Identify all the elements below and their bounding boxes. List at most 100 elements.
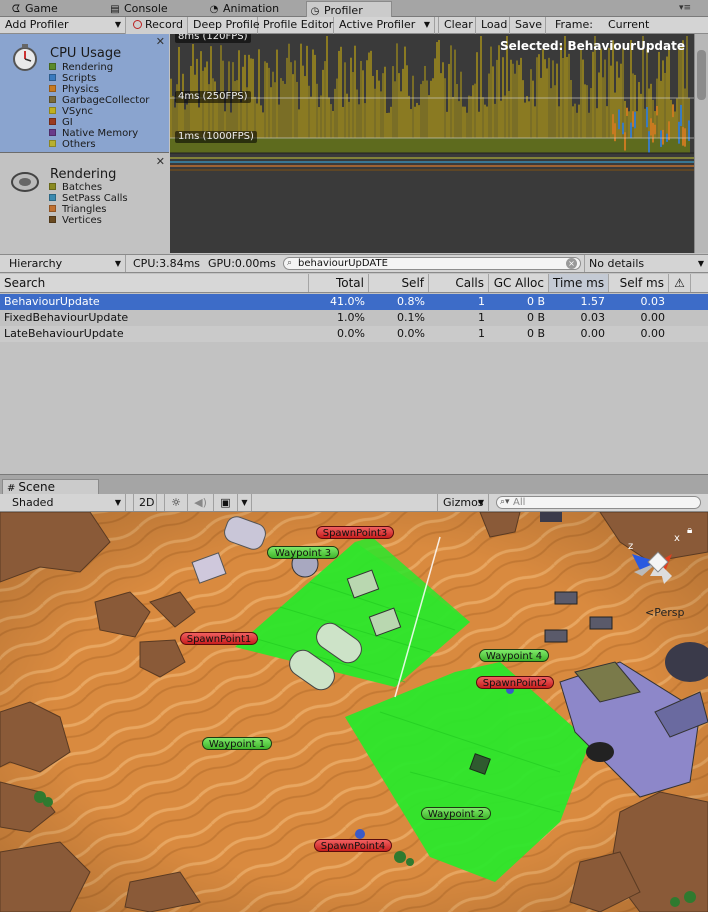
- tab-animation[interactable]: ◔ Animation: [206, 0, 296, 17]
- audio-toggle-icon[interactable]: ◀): [188, 494, 214, 511]
- cpu-graph-base-bar: [590, 138, 592, 153]
- warning-icon[interactable]: ⚠: [669, 274, 691, 292]
- tab-profiler[interactable]: ◷ Profiler: [306, 1, 392, 18]
- column-calls[interactable]: Calls: [429, 274, 489, 292]
- column-gc-alloc[interactable]: GC Alloc: [489, 274, 549, 292]
- effects-toggle-icon[interactable]: ▣: [214, 494, 238, 511]
- record-button[interactable]: Record: [126, 17, 188, 34]
- legend-vertices[interactable]: Vertices: [49, 215, 128, 226]
- legend-native-memory[interactable]: Native Memory: [49, 128, 149, 139]
- table-row[interactable]: LateBehaviourUpdate 0.0% 0.0% 1 0 B 0.00…: [0, 326, 708, 342]
- marker-waypoint1[interactable]: Waypoint 1: [202, 737, 272, 750]
- marker-spawnpoint3[interactable]: SpawnPoint3: [316, 526, 394, 539]
- column-self-ms[interactable]: Self ms: [609, 274, 669, 292]
- close-icon[interactable]: ✕: [156, 35, 165, 48]
- legend-setpass-calls[interactable]: SetPass Calls: [49, 193, 128, 204]
- column-time-ms[interactable]: Time ms: [549, 274, 609, 292]
- 2d-toggle[interactable]: 2D: [133, 494, 157, 511]
- shading-mode-dropdown[interactable]: Shaded ▼: [0, 494, 126, 511]
- cpu-graph-base-bar: [522, 138, 524, 153]
- legend-rendering[interactable]: Rendering: [49, 62, 149, 73]
- details-dropdown[interactable]: No details ▼: [584, 255, 708, 272]
- cpu-graph-bar: [646, 48, 648, 153]
- legend-garbage-collector[interactable]: GarbageCollector: [49, 95, 149, 106]
- window-menu-icon[interactable]: ▾≡: [679, 3, 691, 13]
- marker-waypoint3[interactable]: Waypoint 3: [267, 546, 339, 559]
- scrollbar-thumb[interactable]: [697, 50, 706, 100]
- tab-scene[interactable]: # Scene: [2, 479, 99, 495]
- scene-tab-bar: # Scene: [0, 474, 708, 495]
- deep-profile-button[interactable]: Deep Profile: [188, 17, 260, 34]
- cpu-graph-script-bar: [678, 121, 680, 144]
- cpu-graph-bar: [454, 49, 456, 153]
- cpu-graph[interactable]: [170, 34, 694, 253]
- table-row[interactable]: FixedBehaviourUpdate 1.0% 0.1% 1 0 B 0.0…: [0, 310, 708, 326]
- marker-waypoint2[interactable]: Waypoint 2: [421, 807, 491, 820]
- lighting-toggle-icon[interactable]: ☼: [164, 494, 188, 511]
- cpu-graph-base-bar: [470, 138, 472, 153]
- cpu-graph-base-bar: [564, 138, 566, 153]
- legend-gi[interactable]: GI: [49, 117, 149, 128]
- view-mode-dropdown[interactable]: Hierarchy ▼: [0, 255, 126, 272]
- rendering-module[interactable]: Rendering ✕ Batches SetPass Calls Triang…: [0, 153, 169, 253]
- clear-search-icon[interactable]: ×: [566, 258, 577, 269]
- cpu-graph-base-bar: [170, 138, 172, 153]
- load-button[interactable]: Load: [476, 17, 510, 34]
- cpu-graph-bar: [326, 36, 328, 153]
- cpu-graph-base-bar: [640, 138, 642, 153]
- orientation-gizmo[interactable]: x z: [620, 532, 700, 612]
- profile-editor-button[interactable]: Profile Editor: [258, 17, 334, 34]
- table-row[interactable]: BehaviourUpdate 41.0% 0.8% 1 0 B 1.57 0.…: [0, 294, 708, 310]
- tab-game[interactable]: ᗧ Game: [8, 0, 74, 17]
- chevron-down-icon[interactable]: ▼: [238, 494, 252, 511]
- legend-others[interactable]: Others: [49, 139, 149, 150]
- cpu-graph-base-bar: [532, 138, 534, 153]
- chevron-down-icon: ▼: [114, 498, 121, 507]
- frame-current-button[interactable]: Current: [603, 17, 649, 34]
- cpu-graph-base-bar: [646, 138, 648, 153]
- profiler-graph-area[interactable]: 8ms (120FPS) 4ms (250FPS) 1ms (1000FPS) …: [170, 34, 694, 253]
- legend-vsync[interactable]: VSync: [49, 106, 149, 117]
- cpu-graph-base-bar: [622, 138, 624, 153]
- cpu-graph-base-bar: [544, 138, 546, 153]
- cpu-graph-base-bar: [578, 138, 580, 153]
- cpu-graph-base-bar: [438, 138, 440, 153]
- perspective-label[interactable]: <Persp: [645, 606, 684, 619]
- legend-batches[interactable]: Batches: [49, 182, 128, 193]
- tab-console[interactable]: ▤ Console: [107, 0, 187, 17]
- active-profiler-dropdown[interactable]: Active Profiler ▼: [334, 17, 435, 34]
- cpu-graph-base-bar: [318, 138, 320, 153]
- gizmos-dropdown[interactable]: Gizmos ▼: [437, 494, 489, 511]
- column-self[interactable]: Self: [369, 274, 429, 292]
- editor-tab-bar: ᗧ Game ▤ Console ◔ Animation ◷ Profiler ▾≡: [0, 0, 708, 18]
- cpu-graph-base-bar: [570, 138, 572, 153]
- save-button[interactable]: Save: [510, 17, 546, 34]
- close-icon[interactable]: ✕: [156, 155, 165, 168]
- scene-search-input[interactable]: ⌕▾ All: [496, 496, 701, 509]
- add-profiler-dropdown[interactable]: Add Profiler ▼: [0, 17, 126, 34]
- cpu-graph-base-bar: [450, 138, 452, 153]
- clear-button[interactable]: Clear: [438, 17, 476, 34]
- hierarchy-search-input[interactable]: ⌕ behaviourUpDATE ×: [283, 257, 581, 270]
- legend-scripts[interactable]: Scripts: [49, 73, 149, 84]
- legend-physics[interactable]: Physics: [49, 84, 149, 95]
- column-total[interactable]: Total: [309, 274, 369, 292]
- cpu-graph-base-bar: [340, 138, 342, 153]
- cpu-graph-base-bar: [316, 138, 318, 153]
- cpu-graph-base-bar: [342, 138, 344, 153]
- legend-triangles[interactable]: Triangles: [49, 204, 128, 215]
- marker-spawnpoint1[interactable]: SpawnPoint1: [180, 632, 258, 645]
- cpu-graph-base-bar: [610, 138, 612, 153]
- marker-spawnpoint4[interactable]: SpawnPoint4: [314, 839, 392, 852]
- scene-viewport[interactable]: x z <Persp 🔒︎ SpawnPoint3 Waypoint 3 Spa…: [0, 512, 708, 912]
- chevron-down-icon: ▼: [114, 259, 121, 268]
- cpu-graph-bar: [312, 49, 314, 153]
- column-search[interactable]: Search: [0, 274, 309, 292]
- lock-icon[interactable]: 🔒︎: [687, 525, 692, 536]
- cpu-graph-base-bar: [272, 138, 274, 153]
- cpu-usage-module[interactable]: CPU Usage ✕ Rendering Scripts Physics Ga…: [0, 34, 169, 153]
- marker-waypoint4[interactable]: Waypoint 4: [479, 649, 549, 662]
- cpu-graph-base-bar: [566, 138, 568, 153]
- profiler-scrollbar[interactable]: [694, 34, 708, 253]
- marker-spawnpoint2[interactable]: SpawnPoint2: [476, 676, 554, 689]
